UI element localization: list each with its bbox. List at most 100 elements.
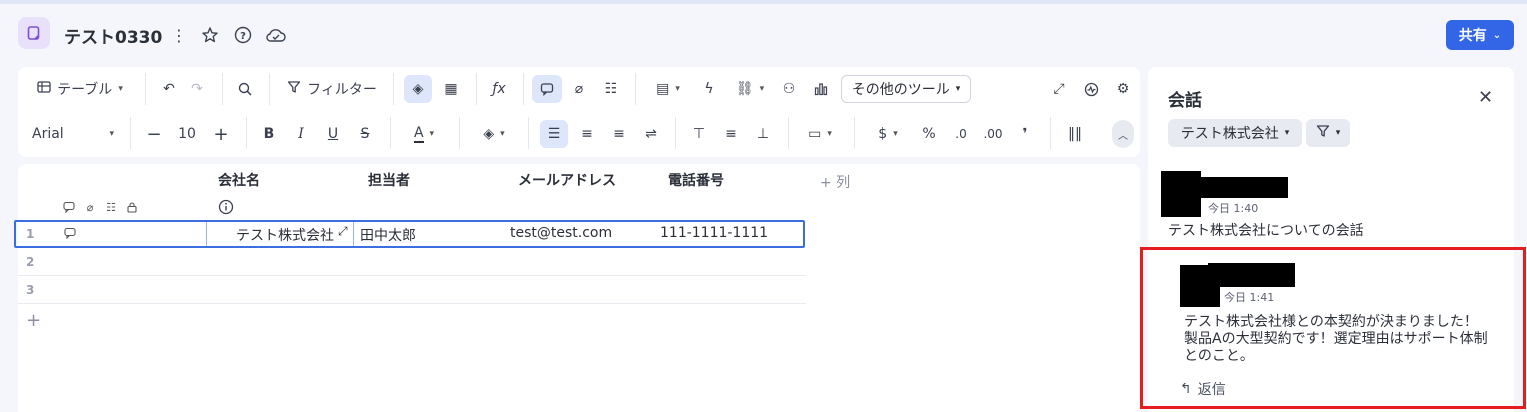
lock-icon[interactable] (125, 200, 139, 214)
valign-top-icon[interactable]: ⊤ (688, 120, 710, 148)
percent-format-icon[interactable]: % (918, 120, 940, 148)
text-color-icon[interactable]: A ▾ (404, 120, 444, 148)
decrease-font-icon[interactable]: − (144, 120, 164, 148)
cell-phone[interactable]: 111-1111-1111 (660, 225, 768, 241)
divider (675, 117, 676, 149)
font-select[interactable]: Arial ▾ (28, 120, 118, 148)
fill-color-icon[interactable]: ◈ (404, 75, 432, 103)
add-column-button[interactable]: + 列 (820, 172, 850, 192)
form-icon[interactable]: ☷ (600, 75, 622, 103)
search-icon[interactable] (234, 75, 256, 103)
data-grid: 会社名 担当者 メールアドレス 電話番号 + 列 ⌀ ☷ 1 テスト株式会社 ⤢… (14, 164, 1140, 412)
increase-font-icon[interactable]: + (211, 120, 231, 148)
date-format-icon[interactable]: ▭ ▾ (800, 120, 840, 148)
valign-bottom-icon[interactable]: ⊥ (752, 120, 774, 148)
add-row-button[interactable]: + (26, 310, 41, 331)
increase-decimal-icon[interactable]: .00 (980, 120, 1006, 148)
reply-button[interactable]: ↰ 返信 (1180, 379, 1226, 399)
document-title[interactable]: テスト0330 (64, 23, 162, 48)
cell-company[interactable]: テスト株式会社 (236, 225, 334, 245)
column-header-person[interactable]: 担当者 (368, 170, 410, 190)
info-icon[interactable] (218, 199, 234, 215)
italic-icon[interactable]: I (290, 120, 312, 148)
attachment-icon[interactable]: ⌀ (83, 200, 97, 214)
align-right-icon[interactable]: ≡ (608, 120, 630, 148)
cloud-saved-icon[interactable] (265, 24, 287, 46)
divider (390, 117, 391, 149)
align-center-icon[interactable]: ≡ (576, 120, 598, 148)
column-header-email[interactable]: メールアドレス (518, 170, 616, 190)
quote-icon[interactable]: ❜ (1014, 120, 1036, 148)
chevron-down-icon: ▾ (955, 84, 961, 94)
strikethrough-icon[interactable]: S (354, 120, 376, 148)
table-row[interactable]: 2 (18, 248, 806, 276)
expand-icon[interactable]: ⤢ (1048, 75, 1070, 103)
undo-icon[interactable]: ↶ (158, 75, 180, 103)
company-filter-select[interactable]: テスト株式会社 ▾ (1168, 119, 1302, 147)
thread-timestamp: 今日 1:40 (1208, 202, 1259, 215)
currency-format-icon[interactable]: $ ▾ (868, 120, 908, 148)
help-icon[interactable]: ? (232, 24, 254, 46)
divider (635, 73, 636, 105)
automation-bolt-icon[interactable]: ϟ (698, 75, 720, 103)
cell-fill-icon[interactable]: ◈ ▾ (474, 120, 514, 148)
cell-email[interactable]: test@test.com (510, 225, 612, 241)
column-header-company[interactable]: 会社名 (218, 170, 260, 190)
form-icon[interactable]: ☷ (104, 200, 118, 214)
user-field-icon[interactable]: ⚇ (778, 75, 800, 103)
align-left-icon[interactable]: ☰ (540, 120, 568, 148)
comment-timestamp: 今日 1:41 (1224, 291, 1275, 304)
svg-text:?: ? (240, 31, 246, 42)
panel-title: 会話 (1168, 91, 1202, 111)
conversation-panel: 会話 ✕ テスト株式会社 ▾ ▾ 今日 1:40 テスト株式会社についての会話 … (1140, 67, 1526, 412)
filter-icon (287, 80, 301, 98)
attachment-icon[interactable]: ⌀ (568, 75, 590, 103)
comment-filter-button[interactable]: ▾ (1306, 119, 1350, 147)
settings-gear-icon[interactable]: ⚙ (1112, 75, 1134, 103)
filter-button[interactable]: フィルター (282, 75, 382, 103)
reply-arrow-icon: ↰ (1180, 381, 1192, 397)
comment-icon[interactable] (64, 227, 76, 243)
link-menu-icon[interactable]: ⛓ ▾ (730, 75, 770, 103)
row-number: 2 (26, 255, 35, 269)
wrap-text-icon[interactable]: ⇌ (640, 120, 662, 148)
view-select[interactable]: テーブル ▾ (30, 75, 130, 103)
toolbar-formatting: Arial ▾ − 10 + B I U S A ▾ ◈ ▾ ☰ ≡ ≡ ⇌ ⊤ ≡… (18, 111, 1140, 157)
row-number: 3 (26, 283, 35, 297)
comment-icon[interactable] (532, 75, 562, 103)
barcode-icon[interactable]: ‖‖ (1064, 120, 1086, 148)
redo-icon[interactable]: ↷ (186, 75, 208, 103)
divider (854, 117, 855, 149)
filter-label: フィルター (307, 82, 377, 98)
filter-icon (1316, 124, 1330, 142)
table-row[interactable]: 3 (18, 276, 806, 304)
divider (788, 117, 789, 149)
collapse-toolbar-icon[interactable]: ︿ (1112, 120, 1134, 148)
clipboard-menu-icon[interactable]: ▤ ▾ (648, 75, 688, 103)
chart-icon[interactable] (810, 75, 832, 103)
column-header-phone[interactable]: 電話番号 (668, 170, 724, 190)
function-icon[interactable]: ƒx (488, 75, 510, 103)
valign-middle-icon[interactable]: ≡ (720, 120, 742, 148)
font-size-value[interactable]: 10 (174, 120, 200, 148)
redacted-name (1208, 263, 1295, 287)
document-icon[interactable] (18, 17, 50, 49)
cell-person[interactable]: 田中太郎 (360, 225, 416, 245)
close-icon[interactable]: ✕ (1478, 87, 1493, 108)
row-number: 1 (26, 227, 35, 241)
reply-label: 返信 (1197, 382, 1226, 398)
underline-icon[interactable]: U (322, 120, 344, 148)
activity-icon[interactable] (1080, 75, 1102, 103)
share-button[interactable]: 共有 ⌄ (1446, 20, 1514, 50)
table-row[interactable]: 1 テスト株式会社 ⤢ 田中太郎 test@test.com 111-1111-… (14, 220, 805, 248)
divider (130, 117, 131, 149)
expand-cell-icon[interactable]: ⤢ (338, 224, 348, 239)
bold-icon[interactable]: B (258, 120, 280, 148)
toolbar-primary: テーブル ▾ ↶ ↷ フィルター ◈ ▦ ƒx ⌀ ☷ ▤▾ ϟ ⛓▾ ⚇ (18, 67, 1140, 111)
comment-icon[interactable] (62, 200, 76, 214)
other-tools-select[interactable]: その他のツール ▾ (841, 75, 971, 103)
decrease-decimal-icon[interactable]: .0 (950, 120, 972, 148)
table-format-icon[interactable]: ▦ (440, 75, 462, 103)
more-menu-icon[interactable]: ⋮ (168, 24, 190, 46)
star-icon[interactable] (199, 24, 221, 46)
